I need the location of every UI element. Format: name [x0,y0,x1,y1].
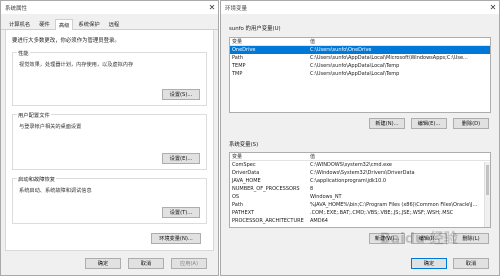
user-variables-label: sunfo 的用户变量(U) [229,26,281,32]
performance-group: 性能 视觉效果，处理器计划，内存使用，以及虚拟内存 设置(S)... [12,49,207,106]
env-window-title: 环境变量 [225,5,248,12]
tab-bar: 计算机名 硬件 高级 系统保护 远程 [1,14,218,30]
var-name: PROCESSOR_ARCHITECTURE [232,218,304,224]
close-icon[interactable]: ✕ [206,2,218,14]
column-variable[interactable]: 变量 [230,38,308,45]
system-vars-scrollbar[interactable] [484,162,490,227]
var-name: TMP [232,71,243,77]
var-name: Path [232,55,243,61]
tab-remote[interactable]: 远程 [105,18,124,29]
cancel-button[interactable]: 取消 [128,258,164,269]
system-var-row[interactable]: DriverData C:\Windows\System32\Drivers\D… [230,169,490,177]
var-name: Path [232,202,243,208]
system-delete-button[interactable]: 删除(L) [453,233,489,244]
env-ok-button[interactable]: 确定 [411,258,447,269]
system-properties-window: 系统属性 ✕ 计算机名 硬件 高级 系统保护 远程 要进行大多数更改，你必须作为… [0,0,219,276]
user-var-row[interactable]: OneDrive C:\Users\sunfo\OneDrive [230,46,490,54]
user-var-row[interactable]: TMP C:\Users\sunfo\AppData\Local\Temp [230,70,490,78]
system-var-row[interactable]: NUMBER_OF_PROCESSORS 8 [230,185,490,193]
performance-title: 性能 [17,49,30,57]
system-var-row[interactable]: PATHEXT .COM;.EXE;.BAT;.CMD;.VBS;.VBE;.J… [230,209,490,217]
var-value: C:\applicationprogram\jdk10.0 [310,178,387,184]
user-profiles-group: 用户配置文件 与登录帐户相关的桌面设置 设置(E)... [12,111,207,170]
environment-variables-titlebar: 环境变量 ✕ [221,1,499,14]
system-variables-label: 系统变量(S) [229,142,259,148]
window-title: 系统属性 [5,5,28,12]
tab-advanced[interactable]: 高级 [54,19,74,30]
performance-desc: 视觉效果，处理器计划，内存使用，以及虚拟内存 [19,62,134,68]
tab-system-protection[interactable]: 系统保护 [74,18,103,29]
system-var-row[interactable]: Path %JAVA_HOME%\bin;C:\Program Files (x… [230,201,490,209]
column-variable[interactable]: 变量 [230,153,308,160]
user-profiles-settings-button[interactable]: 设置(E)... [162,153,200,164]
var-value: C:\WINDOWS\system32\cmd.exe [310,162,392,168]
system-variables-list[interactable]: 变量 值 ComSpec C:\WINDOWS\system32\cmd.exe… [229,152,491,228]
apply-button[interactable]: 应用(A) [171,258,207,269]
system-properties-titlebar: 系统属性 ✕ [1,1,218,14]
startup-recovery-title: 启动和故障恢复 [17,175,57,183]
system-var-row[interactable]: PROCESSOR_ARCHITECTURE AMD64 [230,217,490,225]
tab-hardware[interactable]: 硬件 [35,18,54,29]
var-value: C:\Users\sunfo\OneDrive [310,47,372,53]
watermark: Baidu 经验 [380,231,458,247]
var-name: OneDrive [232,47,256,53]
var-value: AMD64 [310,218,328,224]
var-value: C:\Users\sunfo\AppData\Local\Temp [310,71,400,77]
close-icon[interactable]: ✕ [487,2,499,14]
system-var-row[interactable]: OS Windows_NT [230,193,490,201]
system-vars-header: 变量 值 [230,153,490,161]
user-new-button[interactable]: 新建(N)... [369,118,405,129]
var-name: JAVA_HOME [232,178,261,184]
var-value: 8 [310,186,314,192]
var-value: %JAVA_HOME%\bin;C:\Program Files (x86)\C… [310,202,478,208]
advanced-tab-pane: 要进行大多数更改，你必须作为管理员登录。 性能 视觉效果，处理器计划，内存使用，… [5,30,214,251]
system-var-row[interactable]: ComSpec C:\WINDOWS\system32\cmd.exe [230,161,490,169]
var-name: DriverData [232,170,260,176]
var-value: C:\Windows\System32\Drivers\DriverData [310,170,415,176]
user-profiles-desc: 与登录帐户相关的桌面设置 [19,124,82,130]
tab-computer-name[interactable]: 计算机名 [5,18,34,29]
var-name: PATHEXT [232,210,255,216]
performance-settings-button[interactable]: 设置(S)... [162,89,200,100]
env-cancel-button[interactable]: 取消 [453,258,489,269]
environment-variables-button[interactable]: 环境变量(N)... [151,233,201,244]
var-value: C:\Users\sunfo\AppData\Local\Microsoft\W… [310,55,468,61]
column-value[interactable]: 值 [308,153,490,160]
var-name: TEMP [232,63,246,69]
user-var-row[interactable]: TEMP C:\Users\sunfo\AppData\Local\Temp [230,62,490,70]
user-delete-button[interactable]: 删除(D) [453,118,489,129]
system-var-row[interactable]: JAVA_HOME C:\applicationprogram\jdk10.0 [230,177,490,185]
var-name: ComSpec [232,162,256,168]
column-value[interactable]: 值 [308,38,490,45]
startup-recovery-settings-button[interactable]: 设置(T)... [162,207,200,218]
user-edit-button[interactable]: 编辑(E)... [411,118,447,129]
user-variables-list[interactable]: 变量 值 OneDrive C:\Users\sunfo\OneDrive Pa… [229,37,491,113]
user-var-row[interactable]: Path C:\Users\sunfo\AppData\Local\Micros… [230,54,490,62]
user-profiles-title: 用户配置文件 [17,111,51,119]
environment-variables-window: 环境变量 ✕ sunfo 的用户变量(U) 变量 值 OneDrive C:\U… [220,0,500,276]
var-value: Windows_NT [310,194,342,200]
scrollbar-thumb[interactable] [486,165,489,195]
var-name: NUMBER_OF_PROCESSORS [232,186,300,192]
startup-recovery-desc: 系统启动、系统故障和调试信息 [19,188,92,194]
startup-recovery-group: 启动和故障恢复 系统启动、系统故障和调试信息 设置(T)... [12,175,207,224]
user-vars-header: 变量 值 [230,38,490,46]
var-value: C:\Users\sunfo\AppData\Local\Temp [310,63,400,69]
admin-note: 要进行大多数更改，你必须作为管理员登录。 [12,38,120,44]
var-value: .COM;.EXE;.BAT;.CMD;.VBS;.VBE;.JS;.JSE;.… [310,210,454,216]
ok-button[interactable]: 确定 [85,258,121,269]
var-name: OS [232,194,240,200]
